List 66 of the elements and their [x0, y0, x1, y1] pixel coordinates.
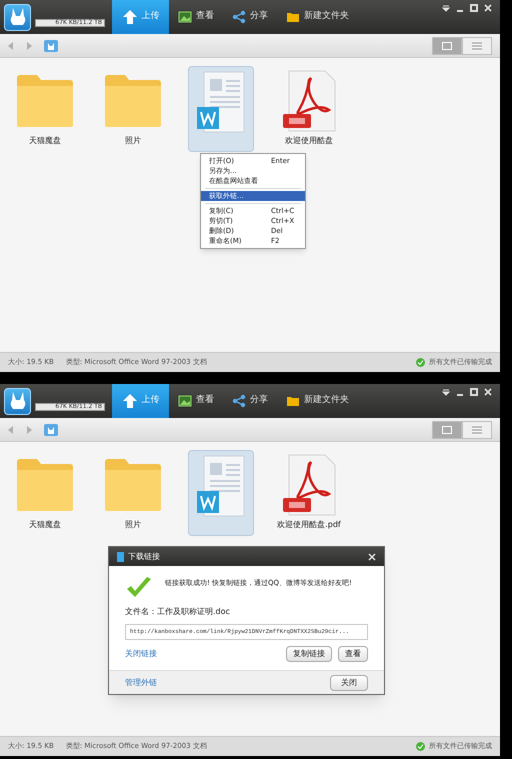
- word-document-icon: [196, 455, 246, 517]
- maximize-icon[interactable]: [470, 4, 478, 12]
- dialog-title: 下载链接: [128, 550, 160, 562]
- dialog-button[interactable]: 查看: [338, 646, 368, 662]
- forward-icon[interactable]: [26, 426, 32, 434]
- folder-icon: [103, 74, 163, 128]
- toolbar-button[interactable]: 查看: [169, 0, 223, 34]
- toolbar-button[interactable]: 查看: [169, 384, 223, 418]
- dropdown-icon[interactable]: [442, 388, 450, 396]
- thumbnail-icon: [442, 426, 452, 434]
- close-link-link[interactable]: 关闭链接: [125, 648, 157, 660]
- share-icon: [232, 10, 246, 24]
- file-item[interactable]: 欢迎使用酷盘.pdf: [276, 450, 342, 536]
- file-name: 欢迎使用酷盘: [284, 136, 334, 146]
- close-icon[interactable]: [484, 388, 492, 396]
- toolbar-button[interactable]: 新建文件夹: [277, 0, 358, 34]
- toolbar-button[interactable]: 分享: [223, 0, 277, 34]
- folder-item[interactable]: 照片: [100, 450, 166, 536]
- list-icon: [472, 42, 482, 50]
- pdf-file-icon: [281, 454, 337, 516]
- forward-icon[interactable]: [26, 42, 32, 50]
- dropdown-icon[interactable]: [442, 4, 450, 12]
- close-icon[interactable]: [368, 552, 376, 560]
- close-icon[interactable]: [484, 4, 492, 12]
- folder-item[interactable]: 天猫魔盘: [12, 450, 78, 536]
- manage-links-link[interactable]: 管理外链: [125, 676, 157, 688]
- home-folder-icon[interactable]: [44, 40, 58, 52]
- file-name: 欢迎使用酷盘.pdf: [276, 520, 342, 530]
- folder-icon: [286, 395, 300, 407]
- back-icon[interactable]: [8, 42, 14, 50]
- image-icon: [178, 395, 192, 407]
- file-name: 天猫魔盘: [28, 520, 62, 530]
- dialog-button[interactable]: 复制链接: [286, 646, 332, 662]
- file-name: 照片: [124, 520, 142, 530]
- list-icon: [472, 426, 482, 434]
- list-view-button[interactable]: [462, 36, 492, 54]
- folder-item[interactable]: 天猫魔盘: [12, 66, 78, 152]
- close-button[interactable]: 关闭: [330, 674, 368, 690]
- thumbnail-view-button[interactable]: [432, 36, 462, 54]
- folder-icon: [15, 74, 75, 128]
- list-view-button[interactable]: [462, 420, 492, 438]
- toolbar-button[interactable]: 分享: [223, 384, 277, 418]
- file-item[interactable]: 欢迎使用酷盘: [276, 66, 342, 152]
- upload-arrow-icon: [122, 9, 138, 25]
- check-icon: [416, 358, 425, 367]
- folder-icon: [286, 11, 300, 23]
- image-icon: [178, 11, 192, 23]
- file-item[interactable]: [188, 66, 254, 152]
- folder-icon: [15, 458, 75, 512]
- upload-arrow-icon: [122, 393, 138, 409]
- file-item[interactable]: [188, 450, 254, 536]
- folder-icon: [103, 458, 163, 512]
- pdf-file-icon: [281, 70, 337, 132]
- check-icon: [416, 742, 425, 751]
- toolbar-button[interactable]: 新建文件夹: [277, 384, 358, 418]
- word-document-icon: [196, 71, 246, 133]
- back-icon[interactable]: [8, 426, 14, 434]
- file-name: 照片: [124, 136, 142, 146]
- thumbnail-view-button[interactable]: [432, 420, 462, 438]
- folder-item[interactable]: 照片: [100, 66, 166, 152]
- file-name: 天猫魔盘: [28, 136, 62, 146]
- thumbnail-icon: [442, 42, 452, 50]
- home-folder-icon[interactable]: [44, 424, 58, 436]
- share-icon: [232, 394, 246, 408]
- file-name-label: 文件名：工作及职称证明.doc: [125, 607, 230, 616]
- maximize-icon[interactable]: [470, 388, 478, 396]
